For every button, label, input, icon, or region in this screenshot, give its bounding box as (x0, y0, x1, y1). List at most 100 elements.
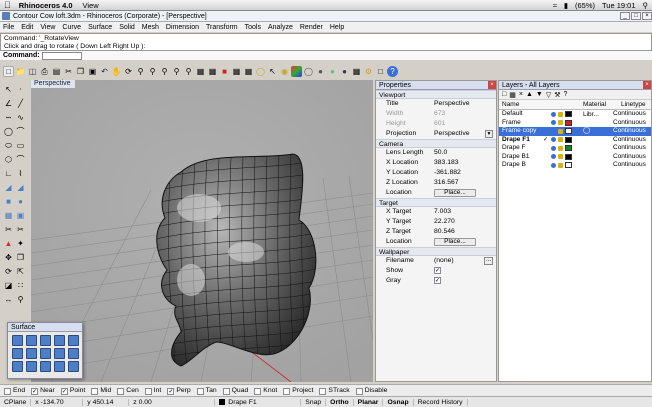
menu-tools[interactable]: Tools (245, 24, 261, 31)
polyline-icon[interactable]: ∠ (3, 98, 14, 109)
copy-icon[interactable]: ❐ (75, 66, 86, 77)
surface-revolve-icon[interactable] (12, 348, 23, 359)
menu-solid[interactable]: Solid (119, 24, 135, 31)
lock-icon[interactable] (558, 111, 563, 117)
undo-icon[interactable]: ↶ (99, 66, 110, 77)
car-icon[interactable]: ■ (219, 66, 230, 77)
current-layer[interactable]: Drape F1 (228, 399, 256, 406)
lens-value[interactable]: 50.0 (434, 148, 496, 158)
menu-render[interactable]: Render (300, 24, 323, 31)
layer-name[interactable]: Drape B1 (499, 153, 543, 162)
select-arrow-icon[interactable]: ↖ (3, 84, 14, 95)
settings-icon[interactable]: ⚙ (363, 66, 374, 77)
lock-icon[interactable] (558, 137, 563, 143)
osnap-checkbox[interactable] (222, 387, 230, 395)
layer-color-swatch[interactable] (565, 119, 572, 126)
surface-fillet-icon[interactable] (54, 361, 65, 372)
osnap-option[interactable]: ✓ Point (60, 387, 85, 395)
clock[interactable]: Tue 19:01 (602, 1, 636, 10)
menu-dimension[interactable]: Dimension (166, 24, 199, 31)
gray-checkbox[interactable]: ✓ (434, 277, 441, 284)
save-icon[interactable]: ◫ (27, 66, 38, 77)
name-column-header[interactable]: Name (499, 100, 583, 109)
apple-icon[interactable]:  (4, 0, 11, 10)
copy-object-icon[interactable]: ❐ (15, 252, 26, 263)
mirror-icon[interactable]: ◪ (3, 280, 14, 291)
options-icon[interactable]: □ (375, 66, 386, 77)
rendered-icon[interactable]: ● (327, 66, 338, 77)
solid-box-icon[interactable]: ■ (3, 196, 14, 207)
surface-loft-icon[interactable] (68, 335, 79, 346)
menu-analyze[interactable]: Analyze (268, 24, 293, 31)
cut-icon[interactable]: ✂ (63, 66, 74, 77)
app-menu[interactable]: Rhinoceros 4.0 (19, 1, 73, 10)
surface-edge-icon[interactable] (26, 335, 37, 346)
viewport-icon[interactable]: ▦ (231, 66, 242, 77)
viewport-title-tab[interactable]: Perspective (31, 80, 75, 88)
surface-heightfield-icon[interactable] (68, 361, 79, 372)
move-icon[interactable]: ✥ (3, 252, 14, 263)
wifi-icon[interactable]: ≈ (553, 1, 557, 10)
osnap-option[interactable]: Knot (254, 387, 277, 395)
layer-row[interactable]: Default Continuous (499, 110, 651, 119)
osnap-checkbox[interactable]: ✓ (167, 387, 175, 395)
layer-linetype[interactable]: Continuous (613, 144, 651, 153)
shaded-icon[interactable]: ● (315, 66, 326, 77)
layer-material-cell[interactable]: ◯ (583, 127, 613, 136)
surface-patch-icon[interactable] (68, 348, 79, 359)
cplane-label[interactable]: CPlane (0, 398, 32, 406)
surface-blend-icon[interactable] (26, 361, 37, 372)
surface-icon[interactable]: ◢ (3, 182, 14, 193)
layer-linetype[interactable]: Continuous (613, 161, 651, 170)
osnap-checkbox[interactable] (355, 387, 363, 395)
import-icon[interactable]: ▤ (51, 66, 62, 77)
linetype-column-header[interactable]: Linetype (621, 100, 651, 109)
x-location-value[interactable]: 383.183 (434, 158, 496, 168)
layer-row[interactable]: Drape F Continuous (499, 144, 651, 153)
wallpaper-section[interactable]: Wallpaper (376, 247, 496, 256)
material-icon[interactable]: ▦ (351, 66, 362, 77)
surface-sweep1-icon[interactable] (26, 348, 37, 359)
layer-linetype[interactable]: Continuous (613, 110, 651, 119)
select-icon[interactable]: ↖ (267, 66, 278, 77)
menu-curve[interactable]: Curve (62, 24, 81, 31)
viewport-section[interactable]: Viewport (376, 90, 496, 99)
osnap-checkbox[interactable] (254, 387, 262, 395)
new-layer-icon[interactable]: □ (502, 91, 506, 98)
battery-icon[interactable]: ▮ (564, 1, 568, 10)
z-target-value[interactable]: 80.546 (434, 227, 496, 237)
layer-color-swatch[interactable] (565, 162, 572, 169)
help-icon[interactable]: ? (564, 91, 568, 98)
osnap-checkbox[interactable] (4, 387, 11, 395)
osnap-option[interactable]: Tan (196, 387, 217, 395)
menu-file[interactable]: File (3, 24, 14, 31)
osnap-checkbox[interactable] (117, 387, 125, 395)
osnap-checkbox[interactable] (91, 387, 99, 395)
browse-button[interactable]: ... (484, 257, 493, 265)
new-sublayer-icon[interactable]: ▦ (509, 91, 516, 99)
ellipse-icon[interactable]: ⬭ (3, 140, 14, 151)
osnap-option[interactable]: Project (283, 387, 313, 395)
layer-color-swatch[interactable] (565, 153, 572, 160)
print-icon[interactable]: ⎙ (39, 66, 50, 77)
help-icon[interactable]: ? (387, 65, 398, 77)
zoom-selected-icon[interactable]: ⚲ (183, 66, 194, 77)
current-check-icon[interactable]: ✓ (543, 136, 549, 145)
target-section[interactable]: Target (376, 198, 496, 207)
polygon-icon[interactable]: ⬡ (3, 154, 14, 165)
record-history-toggle[interactable]: Record History (414, 398, 468, 406)
split-icon[interactable]: ✂ (3, 224, 14, 235)
osnap-checkbox[interactable]: ✓ (60, 387, 68, 395)
cplane-icon[interactable]: ▦ (243, 66, 254, 77)
lock-icon[interactable] (558, 145, 563, 151)
zoom-extents-icon[interactable]: ⚲ (171, 66, 182, 77)
camera-place-button[interactable]: Place... (434, 189, 476, 197)
point-icon[interactable]: ⋅ (15, 84, 26, 95)
camera-section[interactable]: Camera (376, 139, 496, 148)
layer-name[interactable]: Frame (499, 119, 543, 128)
visible-light-bulb-icon[interactable] (551, 120, 556, 126)
chevron-down-icon[interactable]: ▼ (485, 130, 493, 138)
layer-row[interactable]: Frame Continuous (499, 119, 651, 128)
osnap-toggle[interactable]: Osnap (383, 398, 414, 406)
lock-icon[interactable] (558, 162, 563, 168)
